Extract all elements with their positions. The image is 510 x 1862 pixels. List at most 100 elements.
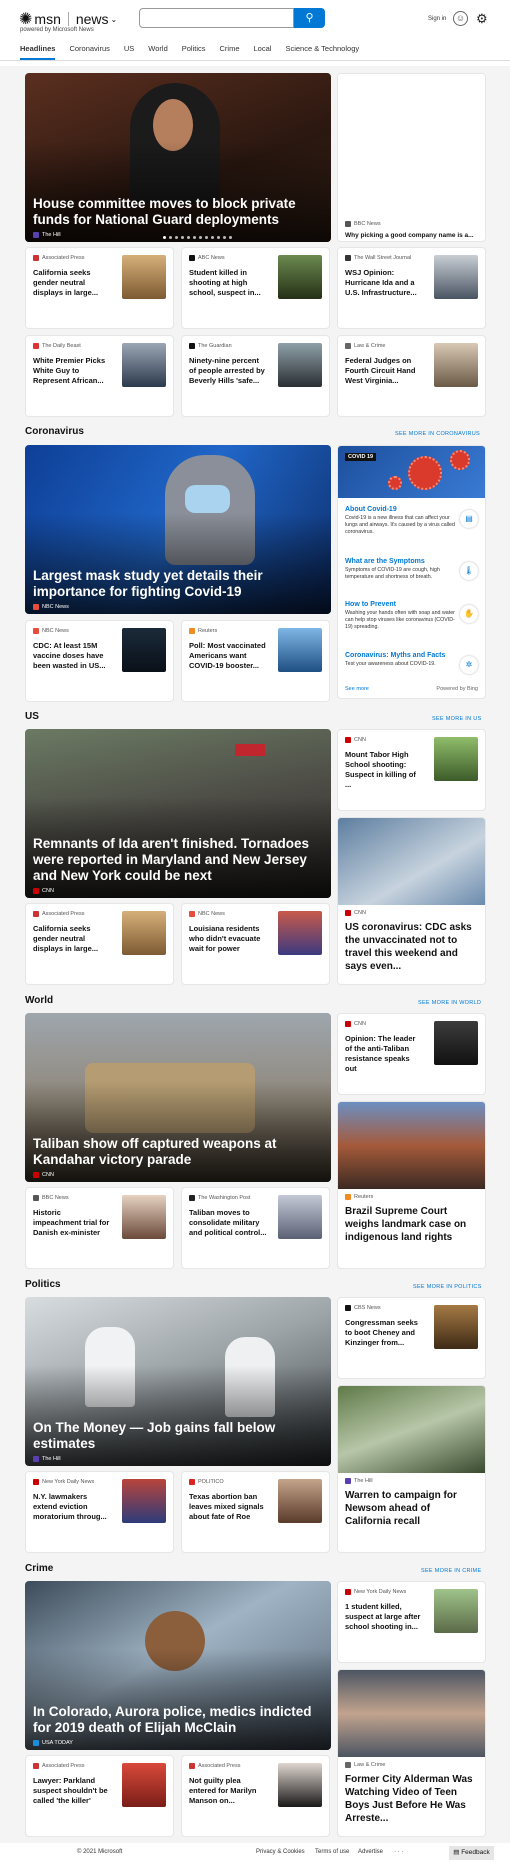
card-thumbnail — [278, 1195, 322, 1239]
search-button[interactable]: ⚲ — [294, 8, 325, 28]
story-card[interactable]: New York Daily News 1 student killed, su… — [337, 1581, 486, 1663]
story-card[interactable]: POLITICO Texas abortion ban leaves mixed… — [181, 1471, 330, 1553]
story-card[interactable]: CNN Opinion: The leader of the anti-Tali… — [337, 1013, 486, 1095]
covid-item-symptoms[interactable]: What are the Symptoms Symptoms of COVID-… — [345, 558, 478, 581]
card-title: Louisiana residents who didn't evacuate … — [189, 924, 261, 953]
hero-source: NBC News — [33, 604, 69, 610]
story-card[interactable]: BBC News Historic impeachment trial for … — [25, 1187, 174, 1269]
covid-item-title: Coronavirus: Myths and Facts — [345, 652, 446, 659]
header-divider — [0, 60, 510, 61]
card-title: California seeks gender neutral displays… — [33, 268, 99, 297]
see-more-coronavirus[interactable]: SEE MORE IN CORONAVIRUS — [395, 431, 480, 437]
see-more-crime[interactable]: SEE MORE IN CRIME — [421, 1568, 481, 1574]
top-side-card[interactable]: BBC News Why picking a good company name… — [337, 73, 486, 242]
section-heading-world: World — [25, 995, 54, 1006]
footer-advertise-link[interactable]: Advertise — [358, 1849, 383, 1855]
ad-placeholder — [338, 74, 485, 196]
story-card-tall[interactable]: Reuters Brazil Supreme Court weighs land… — [337, 1101, 486, 1269]
story-card[interactable]: Associated Press California seeks gender… — [25, 247, 174, 329]
card-thumbnail — [278, 343, 322, 387]
covid-see-more[interactable]: See more — [345, 686, 369, 692]
hero-source: CNN — [33, 1172, 54, 1178]
story-card[interactable]: Associated Press Lawyer: Parkland suspec… — [25, 1755, 174, 1837]
card-thumbnail — [434, 343, 478, 387]
story-card[interactable]: NBC News Louisiana residents who didn't … — [181, 903, 330, 985]
see-more-us[interactable]: SEE MORE IN US — [432, 716, 481, 722]
powered-by-bing: Powered by Bing — [436, 686, 478, 692]
thermometer-icon: 🌡 — [460, 562, 478, 580]
story-card[interactable]: Associated Press California seeks gender… — [25, 903, 174, 985]
story-card-tall[interactable]: The Hill Warren to campaign for Newsom a… — [337, 1385, 486, 1553]
covid-item-about[interactable]: About Covid-19 Covid-19 is a new illness… — [345, 506, 478, 536]
footer-terms-link[interactable]: Terms of use — [315, 1849, 349, 1855]
nav-local[interactable]: Local — [254, 43, 272, 60]
card-title: Why picking a good company name is a... — [345, 232, 474, 239]
story-card[interactable]: The Daily Beast White Premier Picks Whit… — [25, 335, 174, 417]
story-card[interactable]: Law & Crime Federal Judges on Fourth Cir… — [337, 335, 486, 417]
story-card-tall[interactable]: CNN US coronavirus: CDC asks the unvacci… — [337, 817, 486, 985]
footer-copyright: © 2021 Microsoft — [77, 1849, 123, 1855]
covid-item-desc: Washing your hands often with soap and w… — [345, 610, 455, 630]
story-card-tall[interactable]: Law & Crime Former City Alderman Was Wat… — [337, 1669, 486, 1837]
story-card[interactable]: The Wall Street Journal WSJ Opinion: Hur… — [337, 247, 486, 329]
hero-source: The Hill — [33, 1456, 61, 1462]
story-card[interactable]: ABC News Student killed in shooting at h… — [181, 247, 330, 329]
story-card[interactable]: NBC News CDC: At least 15M vaccine doses… — [25, 620, 174, 702]
nav-us[interactable]: US — [124, 43, 134, 60]
msn-logo[interactable]: ✺ msn news ⌄ — [19, 9, 117, 29]
feedback-icon: ▤ — [453, 1849, 462, 1856]
card-thumbnail — [434, 1589, 478, 1633]
carousel-dots[interactable] — [163, 236, 232, 239]
card-thumbnail — [122, 1195, 166, 1239]
us-hero-card[interactable]: Remnants of Ida aren't finished. Tornado… — [25, 729, 331, 898]
card-title: Not guilty plea entered for Marilyn Mans… — [189, 1776, 257, 1805]
crime-hero-card[interactable]: In Colorado, Aurora police, medics indic… — [25, 1581, 331, 1750]
nav-crime[interactable]: Crime — [220, 43, 240, 60]
nav-coronavirus[interactable]: Coronavirus — [69, 43, 109, 60]
card-image — [338, 818, 485, 905]
nav-headlines[interactable]: Headlines — [20, 43, 56, 60]
nav-politics[interactable]: Politics — [182, 43, 206, 60]
search-icon: ⚲ — [305, 12, 314, 24]
covid-item-prevent[interactable]: How to Prevent Washing your hands often … — [345, 601, 478, 631]
story-card[interactable]: Associated Press Not guilty plea entered… — [181, 1755, 330, 1837]
card-title: Former City Alderman Was Watching Video … — [345, 1774, 473, 1824]
covid-item-myths[interactable]: Coronavirus: Myths and Facts Test your a… — [345, 652, 478, 674]
card-title: CDC: At least 15M vaccine doses have bee… — [33, 641, 106, 670]
card-thumbnail — [278, 911, 322, 955]
story-card[interactable]: CNN Mount Tabor High School shooting: Su… — [337, 729, 486, 811]
top-header: ✺ msn news ⌄ powered by Microsoft News ⚲… — [0, 0, 510, 66]
feedback-button[interactable]: ▤ Feedback — [449, 1846, 494, 1860]
nav-world[interactable]: World — [148, 43, 167, 60]
covid-item-desc: Test your awareness about COVID-19. — [345, 661, 436, 667]
footer-privacy-link[interactable]: Privacy & Cookies — [256, 1849, 305, 1855]
covid-item-title: What are the Symptoms — [345, 558, 425, 565]
signin-link[interactable]: Sign in — [428, 16, 446, 22]
section-heading-us: US — [25, 711, 39, 722]
chevron-down-icon: ⌄ — [110, 14, 118, 24]
politics-hero-card[interactable]: On The Money — Job gains fall below esti… — [25, 1297, 331, 1466]
world-hero-card[interactable]: Taliban show off captured weapons at Kan… — [25, 1013, 331, 1182]
card-title: Warren to campaign for Newsom ahead of C… — [345, 1490, 457, 1527]
avatar-icon[interactable]: ☺ — [453, 11, 468, 26]
top-hero-card[interactable]: House committee moves to block private f… — [25, 73, 331, 242]
story-card[interactable]: Reuters Poll: Most vaccinated Americans … — [181, 620, 330, 702]
nav-science[interactable]: Science & Technology — [285, 43, 359, 60]
covid-item-desc: Covid-19 is a new illness that can affec… — [345, 515, 455, 535]
card-image — [338, 1102, 485, 1189]
gear-icon[interactable]: ⚙ — [476, 11, 488, 27]
coronavirus-hero-card[interactable]: Largest mask study yet details their imp… — [25, 445, 331, 614]
covid-item-title: How to Prevent — [345, 601, 396, 608]
story-card[interactable]: CBS News Congressman seeks to boot Chene… — [337, 1297, 486, 1379]
search-input[interactable] — [139, 8, 294, 28]
card-title: Mount Tabor High School shooting: Suspec… — [345, 750, 416, 789]
see-more-politics[interactable]: SEE MORE IN POLITICS — [413, 1284, 482, 1290]
hero-title: Remnants of Ida aren't finished. Tornado… — [33, 836, 309, 883]
story-card[interactable]: The Guardian Ninety-nine percent of peop… — [181, 335, 330, 417]
logo-divider — [67, 12, 69, 26]
footer-more-icon[interactable]: · · · — [394, 1849, 403, 1855]
powered-by: powered by Microsoft News — [20, 27, 94, 33]
story-card[interactable]: The Washington Post Taliban moves to con… — [181, 1187, 330, 1269]
see-more-world[interactable]: SEE MORE IN WORLD — [418, 1000, 481, 1006]
story-card[interactable]: New York Daily News N.Y. lawmakers exten… — [25, 1471, 174, 1553]
